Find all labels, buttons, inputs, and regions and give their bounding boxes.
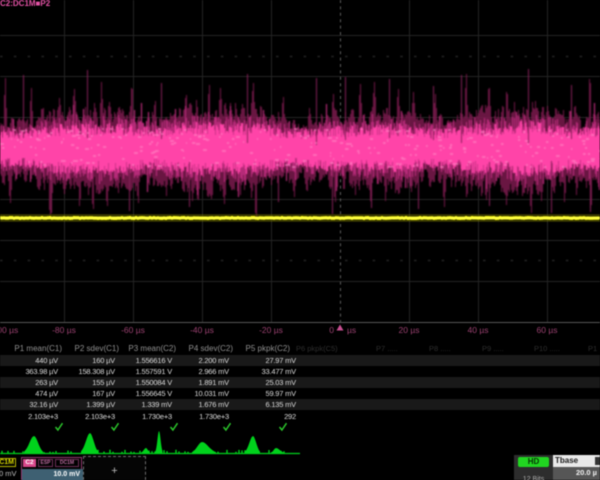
svg-text:-80 µs: -80 µs [52, 325, 76, 335]
svg-text:40 µs: 40 µs [468, 325, 489, 335]
svg-text:µs: µs [347, 325, 356, 335]
svg-text:20 µs: 20 µs [399, 325, 420, 335]
svg-text:60 µs: 60 µs [537, 325, 558, 335]
svg-text:-20 µs: -20 µs [259, 325, 283, 335]
svg-text:0: 0 [329, 325, 334, 335]
svg-text:-60 µs: -60 µs [121, 325, 145, 335]
svg-text:-40 µs: -40 µs [190, 325, 214, 335]
svg-text:-100 µs: -100 µs [0, 325, 18, 335]
